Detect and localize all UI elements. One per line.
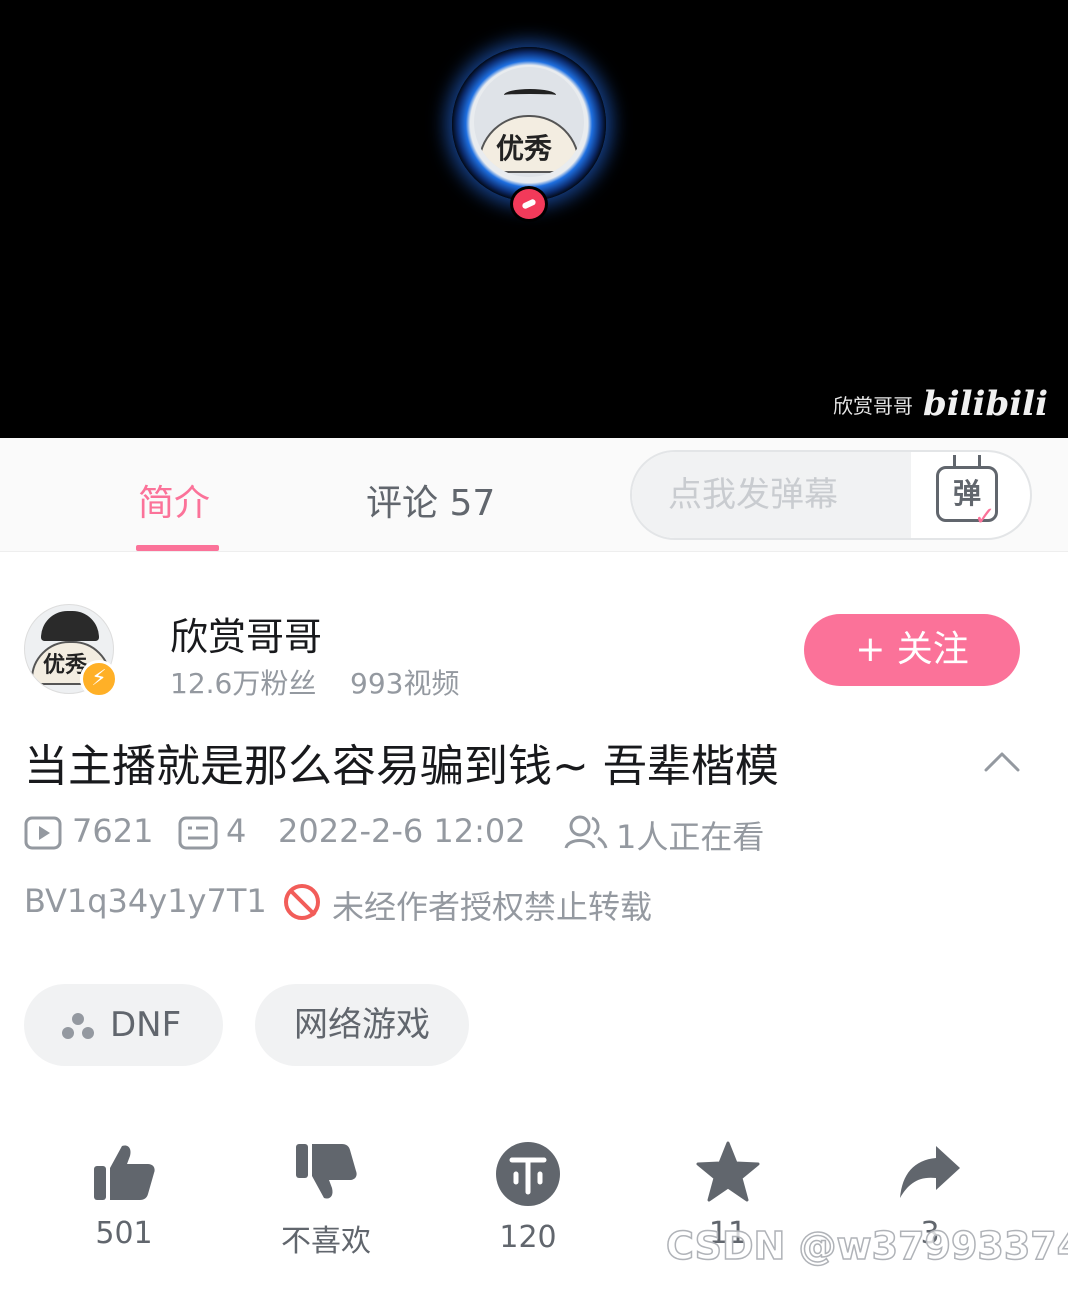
video-player[interactable]: 优秀 欣赏哥哥 bilibili xyxy=(0,0,1068,438)
avatar-face-image: 优秀 xyxy=(474,67,584,177)
tag-label: 网络游戏 xyxy=(294,1005,430,1045)
star-icon xyxy=(696,1141,760,1202)
tab-intro[interactable]: 简介 xyxy=(138,474,210,526)
live-badge-icon xyxy=(510,186,548,222)
follow-button[interactable]: + 关注 xyxy=(804,614,1020,686)
tag-label: DNF xyxy=(110,1005,182,1045)
dislike-button[interactable]: 不喜欢 xyxy=(256,1140,396,1260)
viewers-icon xyxy=(564,815,608,849)
danmaku-count: 4 xyxy=(226,812,247,850)
watching-now: 1人正在看 xyxy=(616,818,765,856)
uploader-videos: 993视频 xyxy=(350,667,460,700)
uploader-fans: 12.6万粉丝 xyxy=(170,667,317,700)
coin-icon xyxy=(496,1142,560,1206)
no-repost-icon xyxy=(284,884,320,920)
tab-comments[interactable]: 评论 57 xyxy=(366,474,495,526)
chevron-up-icon[interactable] xyxy=(984,744,1020,780)
channel-dots-icon xyxy=(62,1013,94,1039)
like-count: 501 xyxy=(95,1216,153,1251)
play-count: 7621 xyxy=(72,812,154,850)
video-watermark: 欣赏哥哥 bilibili xyxy=(833,384,1048,424)
share-arrow-icon xyxy=(900,1146,960,1198)
danmaku-input[interactable]: 点我发弹幕 xyxy=(632,452,911,538)
video-title: 当主播就是那么容易骗到钱~ 吾辈楷模 xyxy=(24,741,779,792)
danmaku-check-icon: ✓ xyxy=(974,502,996,532)
verified-bolt-icon: ⚡ xyxy=(80,660,118,698)
avatar-fan-text: 优秀 xyxy=(496,132,553,165)
csdn-watermark: CSDN @w379933745 xyxy=(665,1223,1068,1269)
publish-time: 2022-2-6 12:02 xyxy=(278,812,526,850)
avatar-eyes xyxy=(504,89,556,101)
tag-online-game[interactable]: 网络游戏 xyxy=(255,984,469,1066)
thumb-down-icon xyxy=(296,1144,357,1199)
danmaku-bar[interactable]: 点我发弹幕 弹 ✓ xyxy=(630,450,1032,540)
bilibili-logo: bilibili xyxy=(922,384,1048,424)
copyright-notice: 未经作者授权禁止转载 xyxy=(332,888,653,926)
danmaku-count-icon xyxy=(178,816,218,850)
like-button[interactable]: 501 xyxy=(54,1140,194,1251)
thumb-up-icon xyxy=(94,1145,155,1200)
uploader-name[interactable]: 欣赏哥哥 xyxy=(170,606,322,661)
tab-active-indicator xyxy=(136,545,219,551)
coin-button[interactable]: 120 xyxy=(458,1140,598,1255)
play-count-icon xyxy=(24,816,62,850)
avatar-hair xyxy=(41,611,99,641)
coin-count: 120 xyxy=(499,1220,557,1255)
watermark-name: 欣赏哥哥 xyxy=(832,393,913,418)
bvid: BV1q34y1y7T1 xyxy=(24,882,267,920)
tag-dnf[interactable]: DNF xyxy=(24,984,223,1066)
live-streamer-avatar[interactable]: 优秀 xyxy=(452,47,606,201)
dislike-label: 不喜欢 xyxy=(281,1224,371,1259)
